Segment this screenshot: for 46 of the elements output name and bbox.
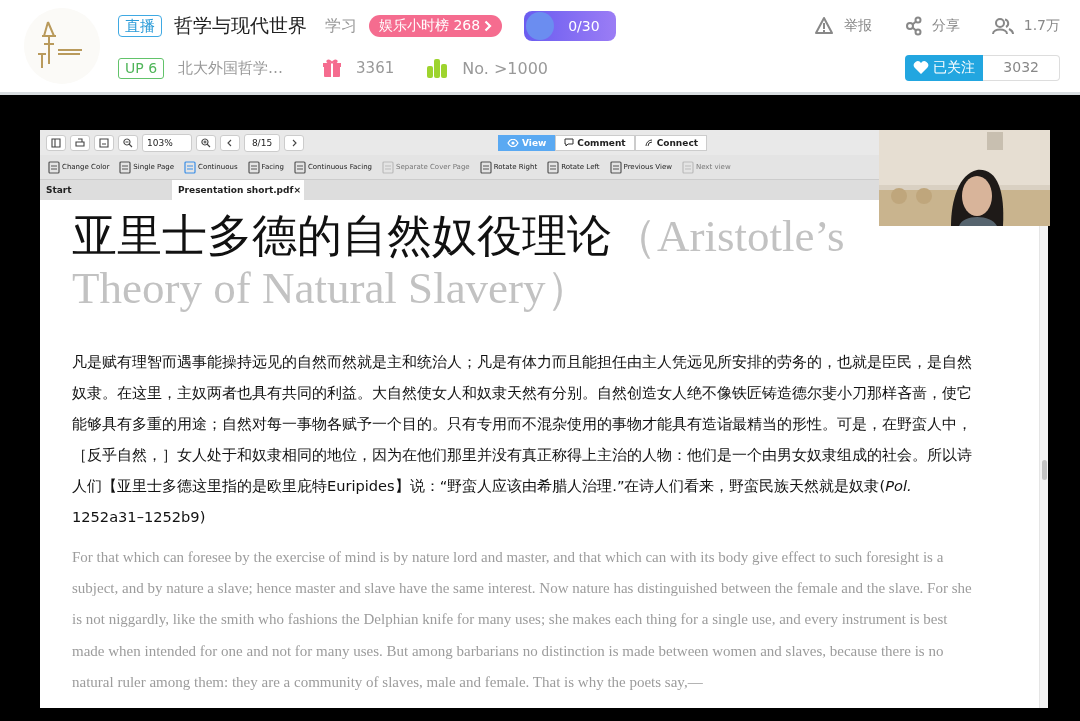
chevron-icon — [484, 20, 493, 32]
print-icon[interactable] — [70, 134, 90, 151]
rank-text: No. >1000 — [462, 58, 548, 78]
document-tab[interactable]: Presentation short.pdf× — [172, 180, 304, 200]
avatar-icon — [526, 12, 555, 40]
sidebar-icon[interactable] — [46, 134, 66, 151]
close-icon[interactable]: × — [293, 185, 301, 195]
continuous-pages-icon — [184, 160, 196, 174]
chinese-paragraph: 凡是赋有理智而遇事能操持远见的自然而然就是主和统治人；凡是有体力而且能担任由主人凭远见所安排的劳务的，也就是臣民，是自然奴隶。在这里，主奴两者也具有共同的利益。大自然使女人和奴隶天然有分别。自然创造女人绝不像铁匠铸造德尔斐小刀那样吝啬，使它能够具有多重的用途；自然对每一事物各赋予一个目的。只有专用而不混杂使用的事物才能具有造诣最精当的形性。可是，在野蛮人中，［反乎自然，］女人处于和奴隶相同的地位，因为在他们那里并没有真正称得上主治的人物：他们是一个由男女奴隶组成的社会。所以诗人们【亚里士多德这里指的是欧里庇特Euripides】说：“野蛮人应该由希腊人治理.”在诗人们看来，野蛮民族天然就是奴隶(Pol. 1252a31–1252b9) — [72, 352, 973, 527]
follower-count: 3032 — [983, 55, 1060, 81]
action-label[interactable]: 分享 — [931, 17, 960, 35]
toolbar-icon — [119, 160, 132, 174]
zoom-in-icon[interactable] — [196, 134, 216, 151]
slide-title: 亚里士多德的自然奴役理论（Aristotle’s Theory of Natural Slavery） — [72, 210, 846, 314]
gift-count: 3361 — [356, 59, 395, 77]
eye-icon — [507, 138, 519, 147]
zoom-dropdown[interactable]: 103% — [142, 133, 192, 152]
signal-icon — [643, 138, 654, 147]
next-page-icon[interactable] — [284, 134, 304, 151]
toolbar-icon — [48, 160, 60, 174]
gift-icon — [322, 58, 343, 78]
toolbar-icon — [293, 160, 306, 174]
share-icon — [903, 16, 922, 36]
mode-tab[interactable]: Connect — [634, 134, 707, 151]
people-icon — [991, 17, 1014, 35]
english-paragraph: For that which can foresee by the exercise of mind is by nature lord and master, and that which can with its body give effect to such foresight is a subject, and by nature a slave; hence master and slave have the same interest. Now nature has distinguished between the female and the slave. For she is not niggardly, like the smith who fashions the Delphian knife for many uses; she makes each thing for a single use, and every instrument is best made when intended for one and not for many uses. But among barbarians no distinction is made between women and slaves, because there is no natural ruler among them: they are a community of slaves, male and female. That is why the poets say,— — [72, 548, 973, 692]
warning-icon — [813, 16, 834, 36]
scrollbar-thumb[interactable] — [1042, 460, 1047, 480]
comment-icon — [564, 138, 575, 147]
bar-chart-icon — [426, 58, 449, 78]
toolbar-icon — [681, 160, 694, 174]
heart-icon — [913, 61, 930, 75]
level-badge: UP 6 — [118, 57, 165, 79]
toolbar-icon — [547, 160, 560, 174]
toolbar-icon — [609, 160, 622, 174]
mode-tab[interactable]: Comment — [555, 134, 635, 151]
action-label[interactable]: 举报 — [843, 17, 872, 35]
room-title: 哲学与现代世界 — [174, 13, 307, 38]
toolbar-icon — [382, 160, 395, 174]
toolbar-icon — [247, 160, 260, 174]
action-label[interactable]: 1.7万 — [1023, 17, 1060, 35]
toolbar-icon — [479, 160, 492, 174]
task-badge[interactable]: 0/30 — [524, 11, 616, 41]
live-badge: 直播 — [118, 15, 162, 37]
page-field[interactable]: 8/15 — [244, 133, 280, 152]
zoom-out-icon[interactable] — [118, 134, 138, 151]
